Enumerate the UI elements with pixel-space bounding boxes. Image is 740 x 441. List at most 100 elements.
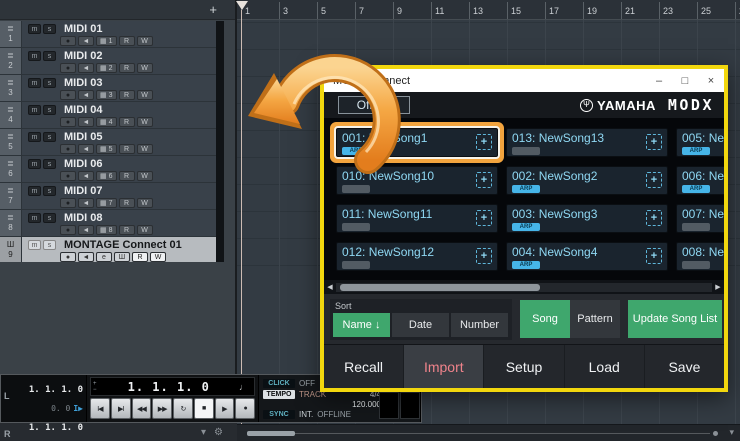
stop-button[interactable]: ■ xyxy=(194,398,214,419)
song-item[interactable]: 013: NewSong13+ xyxy=(506,128,668,157)
zoom-menu-icon[interactable]: ▾ xyxy=(729,427,734,438)
channel-button[interactable]: ▦1 xyxy=(96,36,117,46)
maximize-button[interactable]: □ xyxy=(672,69,698,92)
mute-button[interactable]: m xyxy=(28,240,41,250)
read-automation-button[interactable]: R xyxy=(119,117,135,127)
cycle-button[interactable]: ↻ xyxy=(173,398,193,419)
solo-button[interactable]: s xyxy=(43,105,56,115)
instrument-editor-button[interactable]: Ш xyxy=(114,252,130,262)
go-end-button[interactable]: ▶I xyxy=(111,398,131,419)
tab-recall[interactable]: Recall xyxy=(324,345,404,388)
record-arm-button[interactable]: ● xyxy=(60,36,76,46)
record-button[interactable]: ● xyxy=(235,398,255,419)
add-track-icon[interactable]: + xyxy=(209,2,217,17)
read-automation-button[interactable]: R xyxy=(119,171,135,181)
write-automation-button[interactable]: W xyxy=(150,252,166,262)
read-automation-button[interactable]: R xyxy=(119,63,135,73)
write-automation-button[interactable]: W xyxy=(137,36,153,46)
offline-status-button[interactable]: Offline xyxy=(338,96,410,114)
read-automation-button[interactable]: R xyxy=(119,36,135,46)
track-row[interactable]: ≣7 msMIDI 07 ●◄▦7RW xyxy=(0,183,216,210)
scroll-right-icon[interactable]: ▶ xyxy=(712,283,724,291)
song-item-selected[interactable]: 001: NewSong1ARP+ xyxy=(336,128,498,157)
tab-save[interactable]: Save xyxy=(645,345,724,388)
song-item[interactable]: 006: NewSARP+ xyxy=(676,166,724,195)
track-row[interactable]: ≣6 msMIDI 06 ●◄▦6RW xyxy=(0,156,216,183)
click-toggle[interactable]: CLICK xyxy=(263,379,295,388)
go-start-button[interactable]: I◀ xyxy=(90,398,110,419)
read-automation-button[interactable]: R xyxy=(119,90,135,100)
read-automation-button[interactable]: R xyxy=(119,144,135,154)
solo-button[interactable]: s xyxy=(43,24,56,34)
mute-button[interactable]: m xyxy=(28,213,41,223)
track-row[interactable]: ≣8 msMIDI 08 ●◄▦8RW xyxy=(0,210,216,237)
timeline-scroll-thumb[interactable] xyxy=(247,431,295,436)
song-item[interactable]: 003: NewSong3ARP+ xyxy=(506,204,668,233)
song-item[interactable]: 008: NewS+ xyxy=(676,242,724,271)
song-mode-button[interactable]: Song xyxy=(520,300,570,338)
tempo-toggle[interactable]: TEMPO xyxy=(263,390,295,399)
transfer-icon[interactable]: + xyxy=(646,248,662,264)
track-row-montage-connect[interactable]: Ш9 msMONTAGE Connect 01 ●◄eШRW xyxy=(0,237,216,263)
solo-button[interactable]: s xyxy=(43,240,56,250)
record-arm-button[interactable]: ● xyxy=(60,171,76,181)
channel-button[interactable]: ▦5 xyxy=(96,144,117,154)
mute-button[interactable]: m xyxy=(28,78,41,88)
transfer-icon[interactable]: + xyxy=(476,210,492,226)
record-arm-button[interactable]: ● xyxy=(60,63,76,73)
solo-button[interactable]: s xyxy=(43,51,56,61)
mute-button[interactable]: m xyxy=(28,186,41,196)
monitor-button[interactable]: ◄ xyxy=(78,252,94,262)
mute-button[interactable]: m xyxy=(28,24,41,34)
record-arm-button[interactable]: ● xyxy=(60,225,76,235)
nudge-down-icon[interactable]: − xyxy=(93,387,97,393)
transfer-icon[interactable]: + xyxy=(476,172,492,188)
write-automation-button[interactable]: W xyxy=(137,225,153,235)
song-list-scrollbar[interactable]: ◀ ▶ xyxy=(324,280,724,294)
monitor-button[interactable]: ◄ xyxy=(78,117,94,127)
track-row[interactable]: ≣1 msMIDI 01 ●◄▦1RW xyxy=(0,21,216,48)
channel-button[interactable]: ▦3 xyxy=(96,90,117,100)
write-automation-button[interactable]: W xyxy=(137,198,153,208)
channel-button[interactable]: ▦7 xyxy=(96,198,117,208)
close-button[interactable]: × xyxy=(698,69,724,92)
track-row[interactable]: ≣4 msMIDI 04 ●◄▦4RW xyxy=(0,102,216,129)
zoom-handle[interactable] xyxy=(713,431,718,436)
write-automation-button[interactable]: W xyxy=(137,117,153,127)
scroll-left-icon[interactable]: ◀ xyxy=(324,283,336,291)
song-item[interactable]: 011: NewSong11+ xyxy=(336,204,498,233)
sort-name-button[interactable]: Name ↓ xyxy=(333,313,390,337)
track-list-scrollbar[interactable] xyxy=(216,21,224,262)
record-arm-button[interactable]: ● xyxy=(60,117,76,127)
transfer-icon[interactable]: + xyxy=(476,134,492,150)
solo-button[interactable]: s xyxy=(43,132,56,142)
monitor-button[interactable]: ◄ xyxy=(78,144,94,154)
mute-button[interactable]: m xyxy=(28,51,41,61)
write-automation-button[interactable]: W xyxy=(137,171,153,181)
song-item[interactable]: 002: NewSong2ARP+ xyxy=(506,166,668,195)
read-automation-button[interactable]: R xyxy=(119,198,135,208)
tab-setup[interactable]: Setup xyxy=(484,345,564,388)
write-automation-button[interactable]: W xyxy=(137,144,153,154)
tab-load[interactable]: Load xyxy=(565,345,645,388)
record-arm-button[interactable]: ● xyxy=(60,90,76,100)
channel-button[interactable]: ▦2 xyxy=(96,63,117,73)
channel-button[interactable]: ▦8 xyxy=(96,225,117,235)
song-item[interactable]: 012: NewSong12+ xyxy=(336,242,498,271)
sort-date-button[interactable]: Date xyxy=(392,313,449,337)
mute-button[interactable]: m xyxy=(28,132,41,142)
song-item[interactable]: 004: NewSong4ARP+ xyxy=(506,242,668,271)
sort-number-button[interactable]: Number xyxy=(451,313,508,337)
song-item[interactable]: 005: NewSARP+ xyxy=(676,128,724,157)
minimize-button[interactable]: – xyxy=(646,69,672,92)
punch-in-icon[interactable]: I▶ xyxy=(73,404,83,413)
left-locator[interactable]: L 1. 1. 1. 0 0. 0I▶ xyxy=(4,377,83,415)
dialog-titlebar[interactable]: MODX Connect – □ × xyxy=(324,69,724,92)
song-scroll-thumb[interactable] xyxy=(340,284,540,291)
mute-button[interactable]: m xyxy=(28,105,41,115)
track-row[interactable]: ≣2 msMIDI 02 ●◄▦2RW xyxy=(0,48,216,75)
transfer-icon[interactable]: + xyxy=(646,210,662,226)
rewind-button[interactable]: ◀◀ xyxy=(132,398,152,419)
write-automation-button[interactable]: W xyxy=(137,63,153,73)
record-arm-button[interactable]: ● xyxy=(60,252,76,262)
